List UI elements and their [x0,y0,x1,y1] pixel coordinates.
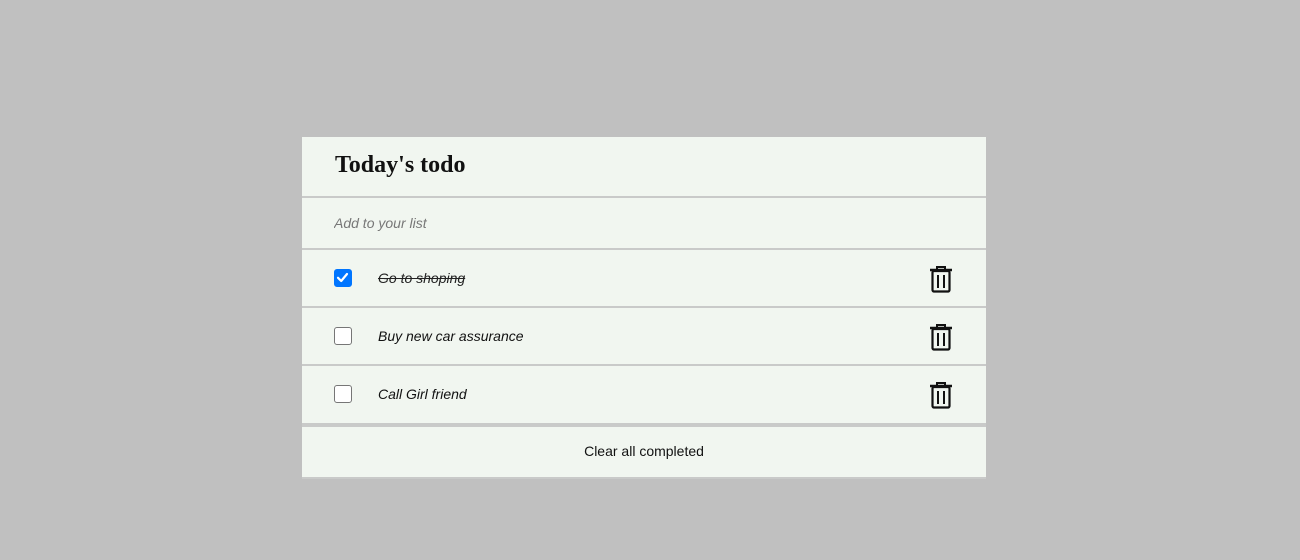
trash-icon[interactable] [929,265,953,293]
add-todo-row [302,198,986,250]
todo-item-text: Go to shoping [378,270,466,286]
todo-item: Buy new car assurance [302,308,986,366]
todo-card: Today's todo Go to shoping Buy new car a… [302,137,986,479]
add-todo-input[interactable] [334,210,934,236]
todo-item-text: Call Girl friend [378,386,467,402]
checkmark-icon [336,272,349,283]
todo-item: Go to shoping [302,250,986,308]
todo-item-text: Buy new car assurance [378,328,524,344]
clear-completed-button[interactable]: Clear all completed [302,443,986,459]
todo-item: Call Girl friend [302,366,986,427]
todo-footer: Clear all completed [302,427,986,479]
trash-icon[interactable] [929,323,953,351]
trash-icon[interactable] [929,381,953,409]
todo-checkbox[interactable] [334,269,352,287]
todo-header: Today's todo [302,137,986,198]
todo-checkbox[interactable] [334,327,352,345]
todo-checkbox[interactable] [334,385,352,403]
page-title: Today's todo [335,152,466,178]
